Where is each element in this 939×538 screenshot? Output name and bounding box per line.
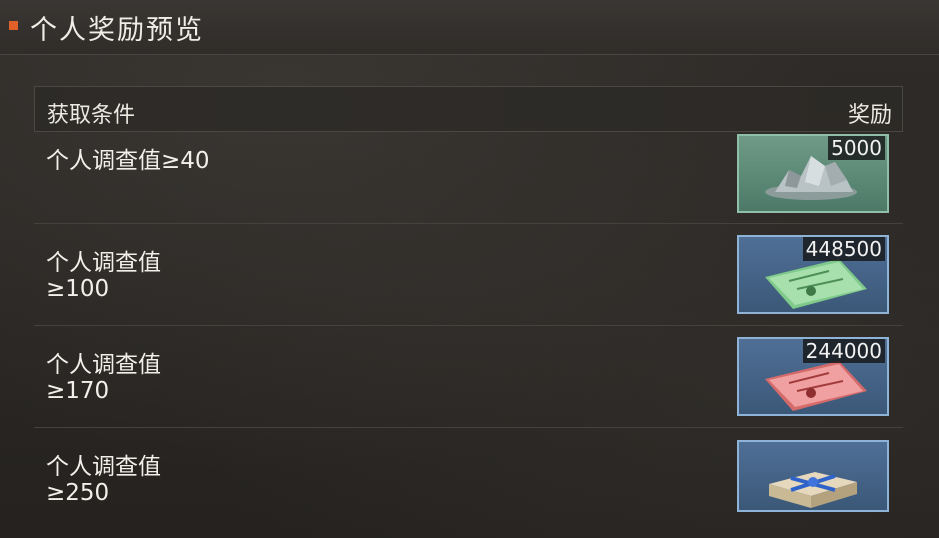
header-marker bbox=[9, 21, 18, 30]
condition-text: 个人调查值≥40 bbox=[46, 148, 210, 174]
panel-header: 个人奖励预览 bbox=[0, 0, 939, 55]
reward-item[interactable]: 5000 bbox=[737, 134, 889, 213]
reward-row: 个人调查值 ≥170 244000 bbox=[34, 326, 903, 428]
reward-row: 个人调查值≥40 5000 bbox=[34, 122, 903, 224]
reward-row: 个人调查值 ≥100 448500 bbox=[34, 224, 903, 326]
page-title: 个人奖励预览 bbox=[30, 15, 204, 46]
condition-text: 个人调查值 ≥100 bbox=[46, 250, 161, 302]
reward-item[interactable]: 448500 bbox=[737, 235, 889, 314]
reward-item[interactable]: 244000 bbox=[737, 337, 889, 416]
gift-box-icon bbox=[769, 472, 857, 508]
reward-quantity: 5000 bbox=[828, 136, 885, 160]
reward-item[interactable] bbox=[737, 440, 889, 512]
condition-text: 个人调查值 ≥170 bbox=[46, 352, 161, 404]
reward-quantity: 448500 bbox=[802, 237, 885, 261]
reward-quantity: 244000 bbox=[802, 339, 885, 363]
reward-row: 个人调查值 ≥250 bbox=[34, 428, 903, 530]
condition-text: 个人调查值 ≥250 bbox=[46, 454, 161, 506]
